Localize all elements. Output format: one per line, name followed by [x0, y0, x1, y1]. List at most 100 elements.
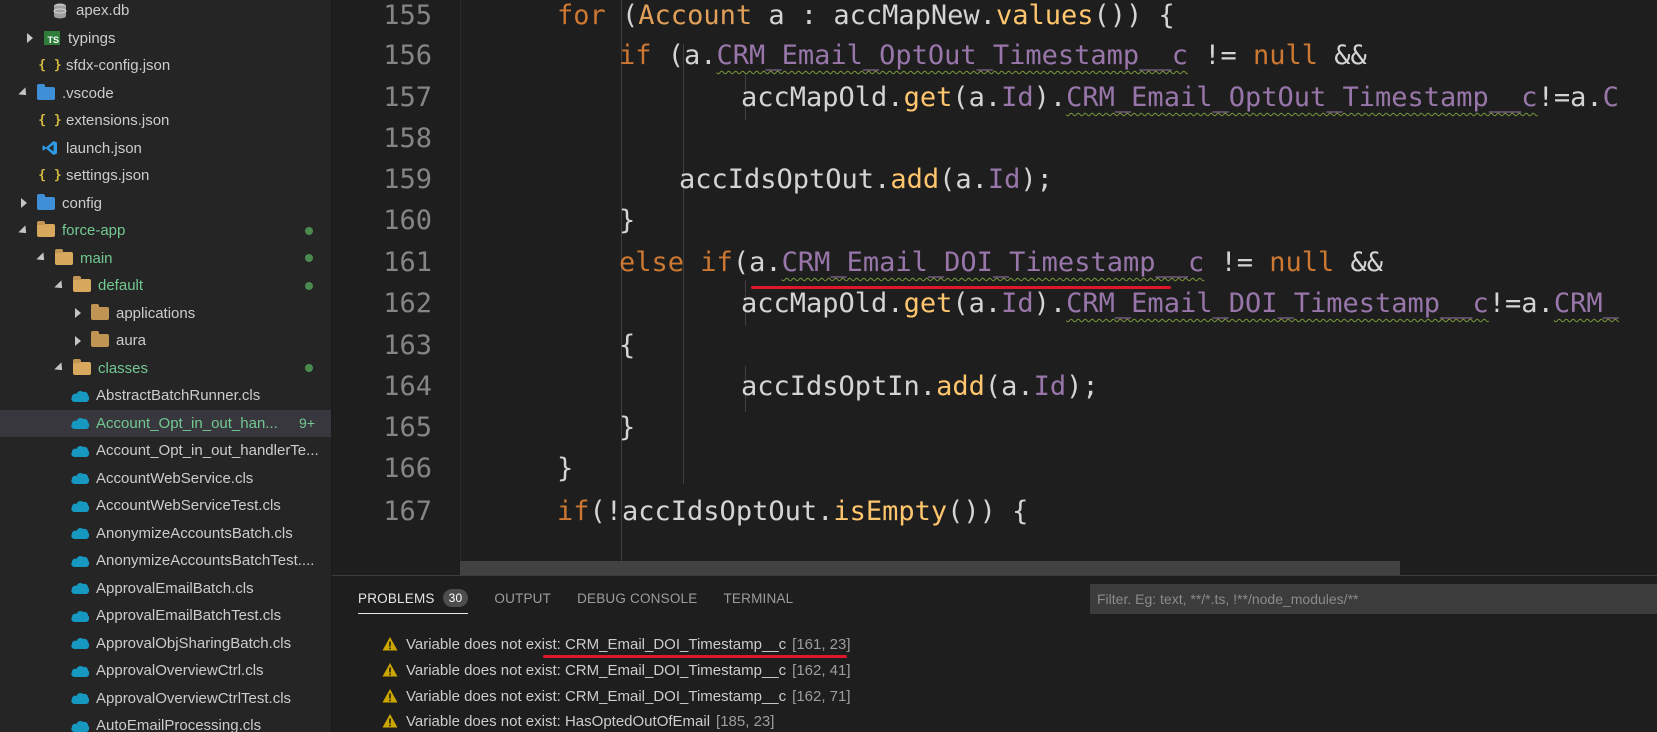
tab-label: OUTPUT [494, 590, 552, 606]
database-icon [50, 2, 70, 20]
chevron-down-icon[interactable] [16, 85, 32, 101]
panel-tabs: PROBLEMS 30 OUTPUT DEBUG CONSOLE TERMINA… [332, 576, 793, 620]
code-token: (a. [952, 82, 1002, 113]
tree-item-label: aura [116, 332, 147, 350]
code-area[interactable]: for (Account a : accMapNew.values()) { i… [460, 0, 1657, 575]
problem-item[interactable]: Variable does not exist: HasOptedOutOfEm… [382, 708, 774, 732]
tree-item[interactable]: ApprovalOverviewCtrlTest.cls [0, 685, 331, 713]
horizontal-scrollbar[interactable] [460, 561, 1400, 575]
code-token: a : accMapNew. [752, 0, 996, 31]
tree-item-label: AccountWebService.cls [96, 469, 254, 487]
chevron-down-icon[interactable] [34, 250, 50, 266]
chevron-down-icon[interactable] [16, 223, 32, 239]
code-line-155: for (Account a : accMapNew.values()) { [557, 0, 1175, 38]
tree-item[interactable]: AutoEmailProcessing.cls [0, 712, 331, 732]
tree-item-label: config [62, 194, 103, 212]
tree-item[interactable]: launch.json [0, 135, 331, 163]
warning-icon [382, 663, 398, 677]
json-icon: { } [38, 58, 62, 74]
chevron-down-icon[interactable] [52, 278, 68, 294]
tree-item[interactable]: { } extensions.json [0, 107, 331, 135]
code-line-165: } [619, 406, 635, 450]
tab-terminal[interactable]: TERMINAL [723, 576, 793, 620]
tree-item[interactable]: main [0, 245, 331, 273]
line-number: 160 [383, 205, 432, 236]
code-line-156: if (a.CRM_Email_OptOut_Timestamp__c != n… [619, 34, 1367, 78]
tree-item[interactable]: AbstractBatchRunner.cls [0, 382, 331, 410]
tree-item-label: extensions.json [66, 112, 170, 130]
tree-item[interactable]: AccountWebService.cls [0, 465, 331, 493]
line-number: 159 [383, 164, 432, 195]
chevron-right-icon[interactable] [70, 333, 86, 349]
code-token: ()) { [947, 496, 1029, 527]
tree-item[interactable]: AccountWebServiceTest.cls [0, 492, 331, 520]
problem-message: Variable does not exist: CRM_Email_DOI_T… [406, 661, 787, 679]
code-token: ). [1033, 288, 1067, 319]
code-token: && [1334, 247, 1384, 278]
folder-open-icon [36, 221, 56, 240]
problem-item[interactable]: Variable does not exist: CRM_Email_DOI_T… [382, 657, 851, 683]
code-token: ); [1066, 371, 1099, 402]
tree-item-label: settings.json [66, 167, 150, 185]
folder-open-icon [72, 358, 92, 377]
tree-item-label: AnonymizeAccountsBatchTest.... [96, 552, 315, 570]
problems-filter-input[interactable] [1090, 584, 1657, 614]
folder-open-icon [54, 248, 74, 267]
typescript-folder-icon: TS [42, 29, 62, 47]
problem-item[interactable]: Variable does not exist: CRM_Email_DOI_T… [382, 631, 851, 657]
tree-item[interactable]: config [0, 190, 331, 218]
tab-output[interactable]: OUTPUT [494, 576, 551, 620]
tree-item[interactable]: ApprovalEmailBatchTest.cls [0, 602, 331, 630]
tree-item[interactable]: ApprovalOverviewCtrl.cls [0, 657, 331, 685]
keyword-if: if [700, 247, 733, 278]
tree-item[interactable]: Account_Opt_in_out_handlerTe... [0, 437, 331, 465]
code-token: != [1187, 40, 1253, 71]
tree-item[interactable]: apex.db [0, 0, 331, 25]
tree-item[interactable]: .vscode [0, 80, 331, 108]
code-token: ()) { [1093, 0, 1175, 31]
field-id: Id [1001, 82, 1034, 113]
tree-item[interactable]: AnonymizeAccountsBatchTest.... [0, 547, 331, 575]
explorer-sidebar: apex.db TS typings{ } sfdx-config.json .vsco… [0, 0, 332, 732]
tree-item[interactable]: classes [0, 355, 331, 383]
tree-item-label: AbstractBatchRunner.cls [96, 387, 261, 405]
chevron-right-icon[interactable] [22, 30, 38, 46]
line-number: 162 [383, 288, 432, 319]
tree-item-label: ApprovalEmailBatch.cls [96, 579, 254, 597]
chevron-right-icon[interactable] [16, 195, 32, 211]
tree-item[interactable]: TS typings [0, 25, 331, 53]
tree-item[interactable]: applications [0, 300, 331, 328]
tree-item[interactable]: force-app [0, 217, 331, 245]
code-token: accIdsOptOut. [679, 164, 891, 195]
tree-item[interactable]: ApprovalObjSharingBatch.cls [0, 630, 331, 658]
tree-item[interactable]: aura [0, 327, 331, 355]
tab-debug-console[interactable]: DEBUG CONSOLE [577, 576, 697, 620]
tree-item[interactable]: { } sfdx-config.json [0, 52, 331, 80]
tree-item-label: AutoEmailProcessing.cls [96, 717, 262, 732]
code-editor[interactable]: 155 156 157 158 159 160 161 162 163 164 165 166 167 … [332, 0, 1657, 575]
tree-item[interactable]: { } settings.json [0, 162, 331, 190]
field-id: Id [1001, 288, 1034, 319]
code-line-164: accIdsOptIn.add(a.Id); [741, 365, 1099, 409]
problem-location: [161, 23] [792, 635, 851, 653]
keyword-else: else [619, 247, 685, 278]
line-number: 156 [383, 40, 432, 71]
method-get: get [903, 82, 953, 113]
tree-item-label: AccountWebServiceTest.cls [96, 497, 281, 515]
tree-item[interactable]: default [0, 272, 331, 300]
code-token: } [557, 453, 574, 484]
git-modified-dot [305, 281, 313, 290]
line-number: 161 [383, 247, 432, 278]
salesforce-cloud-icon [70, 497, 90, 515]
tree-item[interactable]: ApprovalEmailBatch.cls [0, 575, 331, 603]
chevron-down-icon[interactable] [52, 360, 68, 376]
tree-item[interactable]: Account_Opt_in_out_han... 9+ [0, 409, 331, 437]
method-add: add [936, 371, 985, 402]
chevron-right-icon[interactable] [70, 305, 86, 321]
code-token: { [619, 330, 636, 361]
salesforce-cloud-icon [70, 662, 90, 680]
tree-item[interactable]: AnonymizeAccountsBatch.cls [0, 520, 331, 548]
problem-item[interactable]: Variable does not exist: CRM_Email_DOI_T… [382, 683, 851, 709]
tab-problems[interactable]: PROBLEMS 30 [358, 576, 469, 620]
salesforce-cloud-icon [70, 689, 90, 707]
